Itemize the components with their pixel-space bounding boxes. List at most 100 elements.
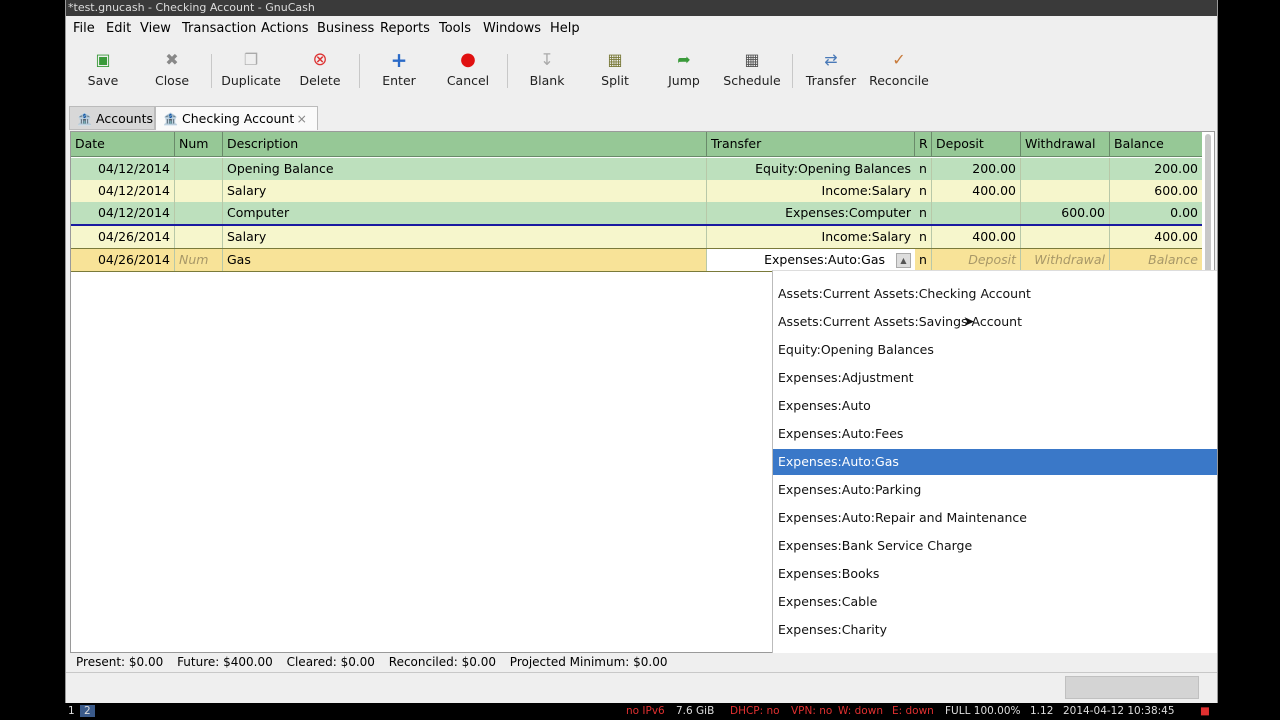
list-item[interactable]: Expenses:Auto:Fees	[773, 421, 1217, 447]
enter-button[interactable]: + Enter	[368, 44, 430, 96]
list-item-selected[interactable]: Expenses:Auto:Gas	[773, 449, 1217, 475]
cell-date[interactable]: 04/12/2014	[71, 180, 175, 202]
close-button[interactable]: ✖ Close	[141, 44, 203, 96]
menu-view[interactable]: View	[140, 21, 171, 36]
cell-reconcile[interactable]: n	[915, 180, 932, 202]
transfer-button[interactable]: ⇄ Transfer	[800, 44, 862, 96]
edit-transfer-field[interactable]: Expenses:Auto:Gas ▲	[707, 249, 915, 271]
header-balance[interactable]: Balance	[1110, 132, 1202, 156]
cell-reconcile[interactable]: n	[915, 226, 932, 248]
header-transfer[interactable]: Transfer	[707, 132, 915, 156]
cell-num[interactable]	[175, 158, 223, 180]
table-row[interactable]: 04/12/2014 Computer Expenses:Computer n …	[71, 202, 1202, 224]
cell-reconcile[interactable]: n	[915, 202, 932, 224]
status-indicator-icon: ■	[1200, 705, 1210, 717]
list-item[interactable]: Expenses:Auto	[773, 393, 1217, 419]
bank-icon: 🏦	[163, 112, 178, 126]
header-num[interactable]: Num	[175, 132, 223, 156]
header-date[interactable]: Date	[71, 132, 175, 156]
list-item[interactable]: Expenses:Charity	[773, 617, 1217, 643]
cell-transfer[interactable]: Income:Salary	[707, 180, 915, 202]
cell-date[interactable]: 04/12/2014	[71, 158, 175, 180]
tab-close-icon[interactable]: ×	[297, 107, 307, 131]
list-item[interactable]: Expenses:Auto:Parking	[773, 477, 1217, 503]
table-row[interactable]: 04/12/2014 Opening Balance Equity:Openin…	[71, 158, 1202, 180]
list-item[interactable]: Assets:Current Assets:Checking Account	[773, 281, 1217, 307]
header-description[interactable]: Description	[223, 132, 707, 156]
cell-num[interactable]	[175, 202, 223, 224]
menu-file[interactable]: File	[73, 21, 95, 36]
cell-date[interactable]: 04/26/2014	[71, 226, 175, 248]
summary-projected-minimum: Projected Minimum: $0.00	[509, 655, 668, 669]
delete-button[interactable]: ⊗ Delete	[289, 44, 351, 96]
tab-accounts[interactable]: 🏦 Accounts	[69, 106, 155, 130]
cancel-button[interactable]: ● Cancel	[437, 44, 499, 96]
blank-icon: ↧	[540, 50, 554, 69]
menu-help[interactable]: Help	[550, 21, 580, 36]
header-deposit[interactable]: Deposit	[932, 132, 1021, 156]
cell-description[interactable]: Salary	[223, 180, 707, 202]
cell-description[interactable]: Opening Balance	[223, 158, 707, 180]
list-item[interactable]: Expenses:Books	[773, 561, 1217, 587]
cell-withdrawal[interactable]	[1021, 226, 1110, 248]
edit-reconcile-field[interactable]: n	[915, 249, 932, 271]
cell-reconcile[interactable]: n	[915, 158, 932, 180]
cell-transfer[interactable]: Expenses:Computer	[707, 202, 915, 224]
list-item[interactable]: Equity:Opening Balances	[773, 337, 1217, 363]
cell-transfer[interactable]: Income:Salary	[707, 226, 915, 248]
menu-tools[interactable]: Tools	[439, 21, 471, 36]
menu-reports[interactable]: Reports	[380, 21, 430, 36]
menu-transaction[interactable]: Transaction	[182, 21, 256, 36]
cell-balance: 600.00	[1154, 183, 1198, 198]
workspace-1[interactable]: 1	[68, 705, 75, 717]
blank-button[interactable]: ↧ Blank	[516, 44, 578, 96]
reconcile-button[interactable]: ✓ Reconcile	[868, 44, 930, 96]
cell-withdrawal[interactable]	[1021, 180, 1110, 202]
jump-button[interactable]: ➦ Jump	[653, 44, 715, 96]
cell-deposit[interactable]	[932, 202, 1021, 224]
save-button[interactable]: ▣ Save	[72, 44, 134, 96]
summary-future: Future: $400.00	[177, 655, 273, 669]
cell-num[interactable]	[175, 226, 223, 248]
list-item[interactable]: Expenses:Adjustment	[773, 365, 1217, 391]
header-withdrawal[interactable]: Withdrawal	[1021, 132, 1110, 156]
edit-withdrawal-field[interactable]: Withdrawal	[1021, 249, 1110, 271]
cell-withdrawal[interactable]: 600.00	[1021, 202, 1110, 224]
cell-withdrawal[interactable]	[1021, 158, 1110, 180]
cell-deposit[interactable]: 400.00	[932, 226, 1021, 248]
menu-business[interactable]: Business	[317, 21, 374, 36]
header-r[interactable]: R	[915, 132, 932, 156]
list-item[interactable]: Assets:Current Assets:Savings Account	[773, 309, 1217, 335]
status-dhcp: DHCP: no	[730, 705, 780, 717]
schedule-button[interactable]: ▦ Schedule	[721, 44, 783, 96]
duplicate-button[interactable]: ❐ Duplicate	[220, 44, 282, 96]
table-row[interactable]: 04/12/2014 Salary Income:Salary n 400.00…	[71, 180, 1202, 202]
cell-num[interactable]	[175, 180, 223, 202]
edit-deposit-field[interactable]: Deposit	[932, 249, 1021, 271]
edit-description-field[interactable]: Gas	[223, 249, 707, 271]
cell-balance: 200.00	[1154, 161, 1198, 176]
workspace-2[interactable]: 2	[80, 705, 95, 717]
cell-date[interactable]: 04/12/2014	[71, 202, 175, 224]
cell-transfer[interactable]: Equity:Opening Balances	[707, 158, 915, 180]
cell-description[interactable]: Salary	[223, 226, 707, 248]
status-battery: FULL 100.00%	[945, 705, 1021, 717]
list-item[interactable]: Expenses:Bank Service Charge	[773, 533, 1217, 559]
cell-deposit[interactable]: 200.00	[932, 158, 1021, 180]
menu-windows[interactable]: Windows	[483, 21, 541, 36]
list-item[interactable]: Expenses:Auto:Repair and Maintenance	[773, 505, 1217, 531]
tab-checking-account[interactable]: 🏦 Checking Account ×	[155, 106, 318, 130]
menu-actions[interactable]: Actions	[261, 21, 309, 36]
edit-num-field[interactable]: Num	[175, 249, 223, 271]
status-ipv6: no IPv6	[626, 705, 665, 717]
list-item[interactable]: Expenses:Cable	[773, 589, 1217, 615]
menu-edit[interactable]: Edit	[106, 21, 131, 36]
dropdown-arrow-icon[interactable]: ▲	[896, 253, 911, 268]
edit-date-field[interactable]: 04/26/2014	[71, 249, 175, 271]
bank-icon: 🏦	[77, 112, 92, 126]
cell-deposit[interactable]: 400.00	[932, 180, 1021, 202]
edit-row[interactable]: 04/26/2014 Num Gas Expenses:Auto:Gas ▲ n…	[71, 248, 1202, 272]
cell-description[interactable]: Computer	[223, 202, 707, 224]
table-row[interactable]: 04/26/2014 Salary Income:Salary n 400.00…	[71, 226, 1202, 248]
split-button[interactable]: ▦ Split	[584, 44, 646, 96]
